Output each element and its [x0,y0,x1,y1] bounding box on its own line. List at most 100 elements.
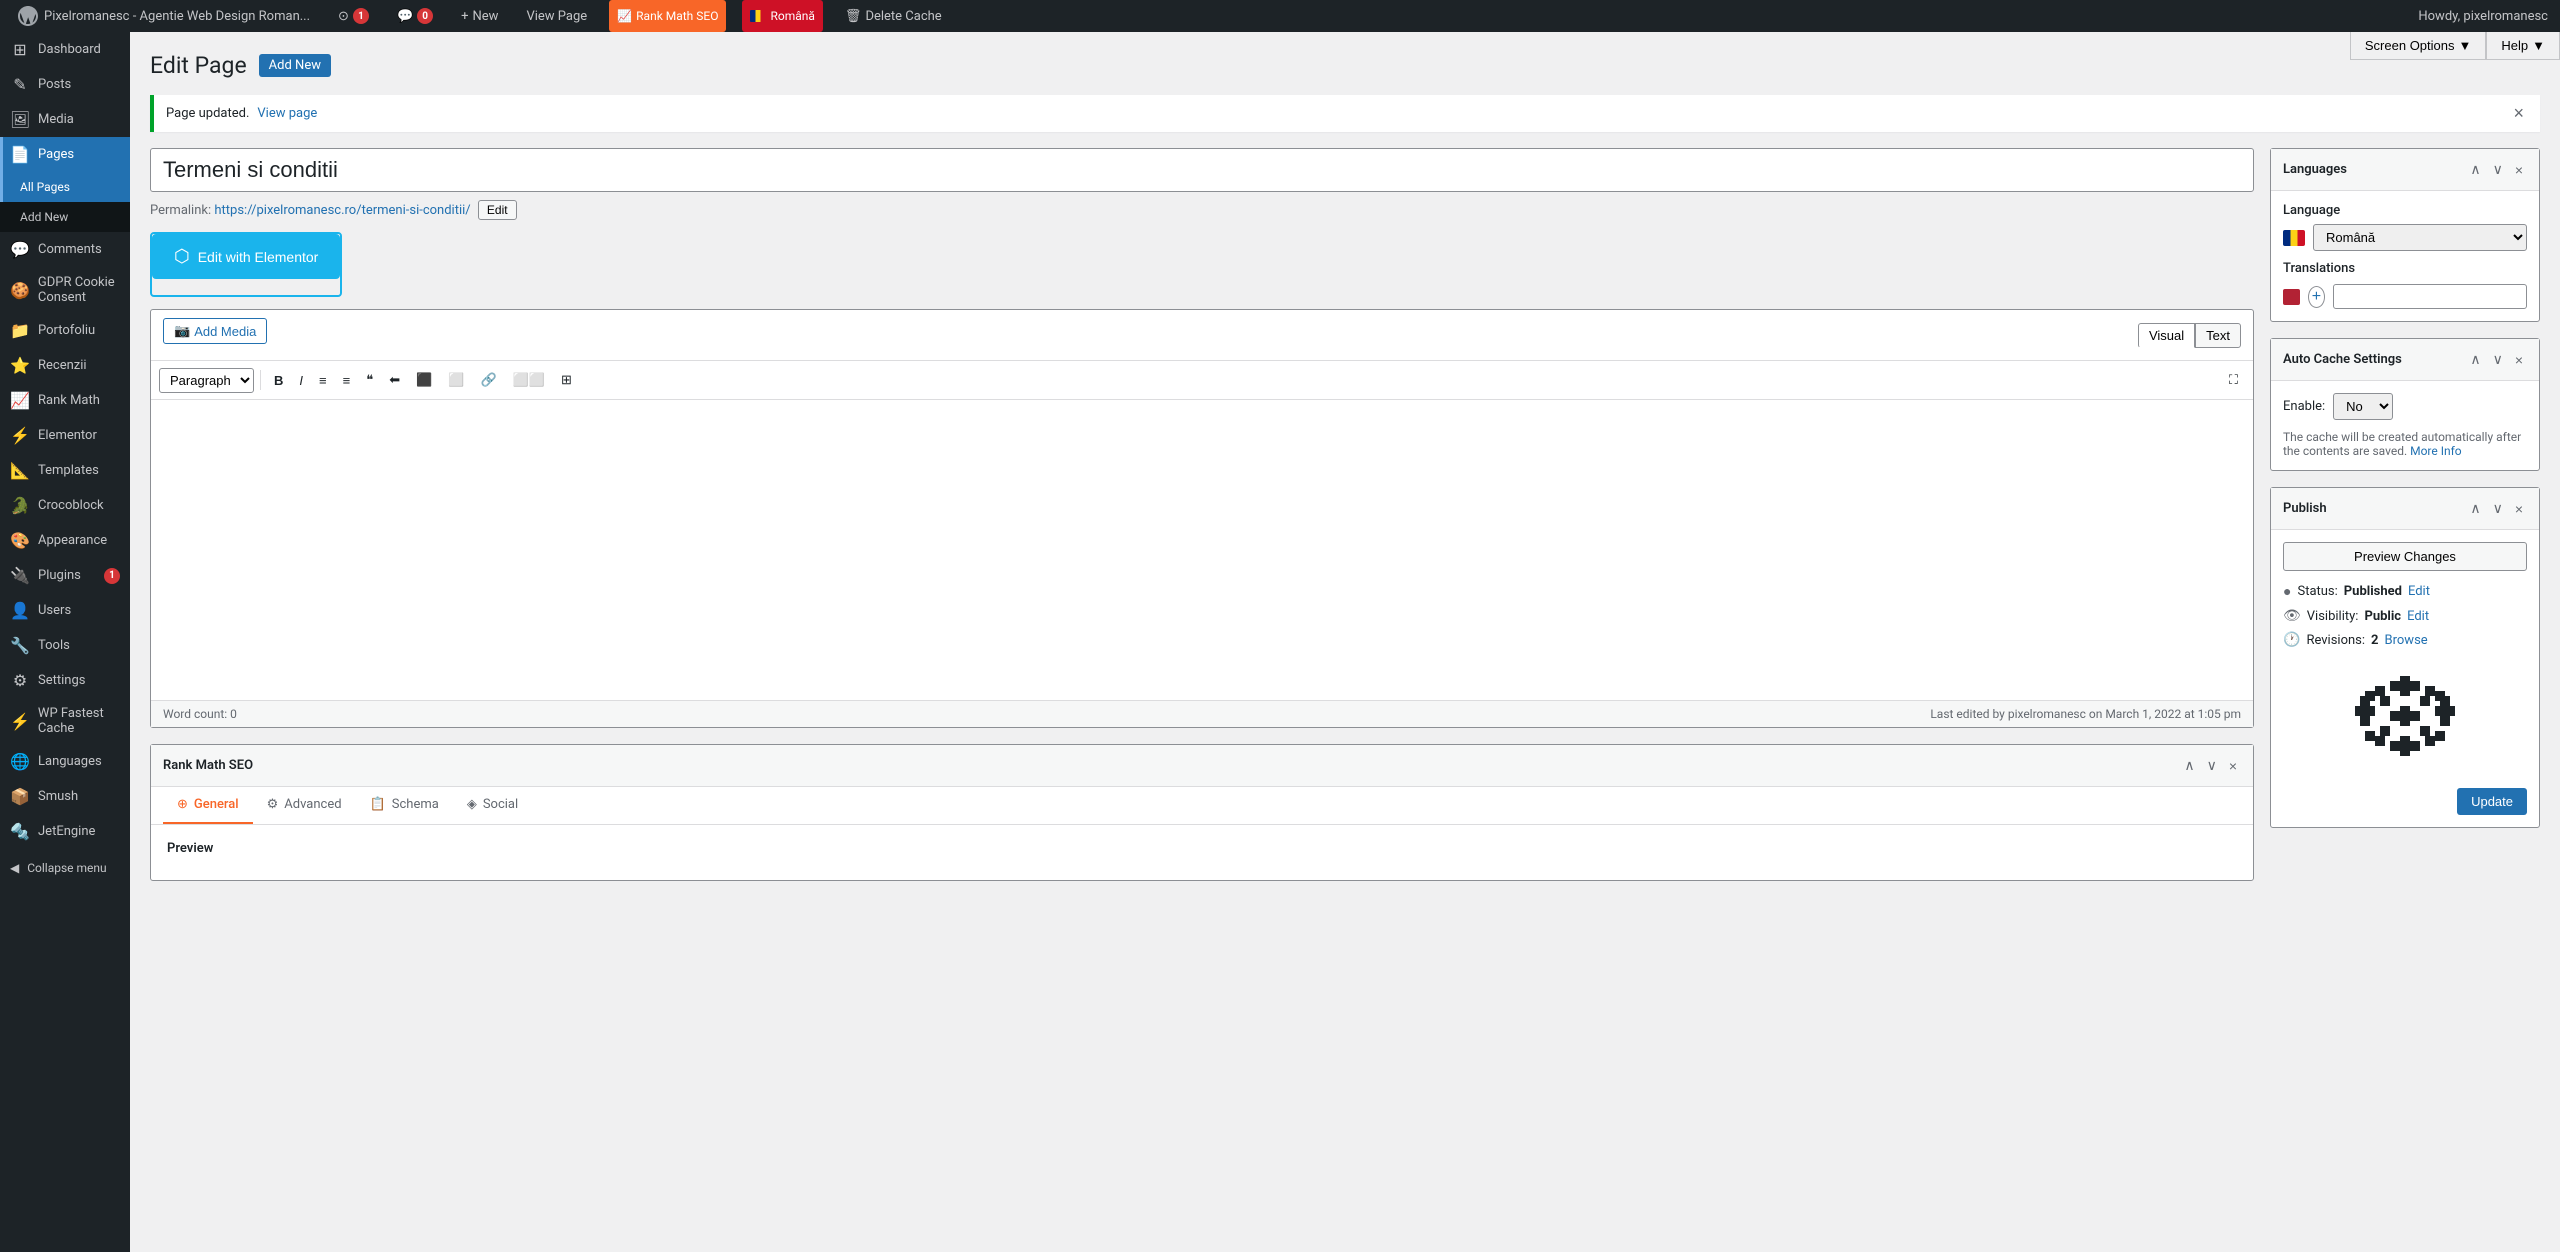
sidebar-item-users[interactable]: 👤 Users [0,593,130,628]
language-select[interactable]: Română English [2313,224,2527,251]
align-right-button[interactable]: ⬜ [441,367,471,393]
admin-bar-rank-math[interactable]: 📈 Rank Math SEO [609,0,726,32]
sidebar-item-dashboard[interactable]: ⊞ Dashboard [0,32,130,67]
languages-close[interactable]: × [2511,159,2527,180]
rm-tab-social[interactable]: ◈ Social [453,787,532,824]
unordered-list-button[interactable]: ≡ [312,368,334,393]
admin-bar-view-page[interactable]: View Page [520,0,593,32]
comments-icon: 💬 [10,240,30,259]
rm-social-icon: ◈ [467,797,477,812]
permalink-url[interactable]: https://pixelromanesc.ro/termeni-si-cond… [214,203,470,218]
post-title-input[interactable] [150,148,2254,192]
admin-bar-romana[interactable]: Română [742,0,822,32]
visual-tab[interactable]: Visual [2138,323,2195,348]
status-icon: ● [2283,583,2291,600]
admin-bar-delete-cache[interactable]: 🗑 Delete Cache [839,0,948,32]
rm-social-label: Social [483,797,518,812]
sidebar-item-rankmath[interactable]: 📈 Rank Math [0,383,130,418]
translation-input[interactable] [2333,284,2527,309]
site-name[interactable]: Pixelromanesc - Agentie Web Design Roman… [12,0,316,32]
rm-tab-advanced[interactable]: ⚙ Advanced [253,787,356,824]
sidebar-item-recenzii[interactable]: ⭐ Recenzii [0,348,130,383]
add-media-button[interactable]: 📷 Add Media [163,318,267,344]
view-page-link[interactable]: View page [257,106,317,121]
browse-revisions-link[interactable]: Browse [2385,633,2428,648]
sidebar-item-elementor[interactable]: ⚡ Elementor [0,418,130,453]
sidebar-item-media[interactable]: 🖼 Media [0,102,130,137]
visibility-edit-link[interactable]: Edit [2407,609,2429,624]
ordered-list-button[interactable]: ≡ [336,368,358,393]
sidebar-item-crocoblock[interactable]: 🐊 Crocoblock [0,488,130,523]
sidebar-item-tools[interactable]: 🔧 Tools [0,628,130,663]
rmseo-close-button[interactable]: × [2225,755,2241,776]
cache-collapse-down[interactable]: ∨ [2489,349,2507,370]
sidebar-item-templates[interactable]: 📐 Templates [0,453,130,488]
sidebar-label-templates: Templates [38,463,99,478]
revisions-value: 2 [2371,633,2378,648]
table-button[interactable]: ⊞ [554,367,579,393]
help-chevron: ▼ [2532,38,2545,53]
edit-with-elementor-button[interactable]: ⬡ Edit with Elementor [152,234,340,279]
languages-collapse-up[interactable]: ∧ [2466,159,2484,180]
rm-general-icon: ⊕ [177,797,188,812]
admin-bar-comments[interactable]: 💬 0 [391,0,439,32]
align-center-button[interactable]: ⬛ [409,367,439,393]
settings-icon: ⚙ [10,671,30,690]
sidebar-item-jetengine[interactable]: 🔩 JetEngine [0,814,130,849]
rm-advanced-icon: ⚙ [267,797,279,812]
rmseo-collapse-down-button[interactable]: ∨ [2203,755,2221,776]
publish-collapse-down[interactable]: ∨ [2489,498,2507,519]
sidebar-item-posts[interactable]: ✎ Posts [0,67,130,102]
last-edited: Last edited by pixelromanesc on March 1,… [1930,707,2241,721]
permalink-row: Permalink: https://pixelromanesc.ro/term… [150,200,2254,220]
cache-collapse-up[interactable]: ∧ [2466,349,2484,370]
rm-tab-general[interactable]: ⊕ General [163,787,253,824]
status-edit-link[interactable]: Edit [2408,584,2430,599]
paragraph-format-select[interactable]: Paragraph [159,368,254,393]
add-new-button[interactable]: Add New [259,54,331,77]
admin-bar-new[interactable]: + New [455,0,504,32]
add-translation-button[interactable]: + [2308,286,2325,308]
sidebar-item-pages[interactable]: 📄 Pages [0,137,130,172]
enable-select[interactable]: No Yes [2333,393,2393,420]
sidebar-item-plugins[interactable]: 🔌 Plugins 1 [0,558,130,593]
sidebar-item-comments[interactable]: 💬 Comments [0,232,130,267]
add-media-icon: 📷 [174,323,190,339]
sidebar-item-settings[interactable]: ⚙ Settings [0,663,130,698]
link-button[interactable]: 🔗 [473,367,503,393]
sidebar-item-wpfastestcache[interactable]: ⚡ WP Fastest Cache [0,698,130,744]
fullscreen-button[interactable]: ⛶ [2222,367,2245,393]
preview-changes-button[interactable]: Preview Changes [2283,542,2527,571]
submenu-add-new[interactable]: Add New [0,202,130,232]
help-button[interactable]: Help ▼ [2486,32,2560,60]
editor-content-area[interactable] [151,400,2253,700]
sidebar-item-gdpr[interactable]: 🍪 GDPR Cookie Consent [0,267,130,313]
bold-button[interactable]: B [267,368,290,393]
cache-close[interactable]: × [2511,349,2527,370]
notice-close-button[interactable]: × [2509,103,2528,124]
rank-math-seo-box: Rank Math SEO ∧ ∨ × ⊕ General [150,744,2254,881]
update-publish-button[interactable]: Update [2457,788,2527,815]
screen-options-button[interactable]: Screen Options ▼ [2350,32,2486,60]
publish-collapse-up[interactable]: ∧ [2466,498,2484,519]
sidebar-item-portofoliu[interactable]: 📁 Portofoliu [0,313,130,348]
permalink-edit-button[interactable]: Edit [478,200,517,220]
publish-panel-header: Publish ∧ ∨ × [2271,488,2539,530]
publish-close[interactable]: × [2511,498,2527,519]
sidebar-item-appearance[interactable]: 🎨 Appearance [0,523,130,558]
italic-button[interactable]: I [292,368,310,393]
blockquote-button[interactable]: ❝ [359,367,380,393]
admin-bar-count-1[interactable]: ⊙ 1 [332,0,375,32]
sidebar-item-languages[interactable]: 🌐 Languages [0,744,130,779]
more-info-link[interactable]: More Info [2410,444,2462,458]
languages-collapse-down[interactable]: ∨ [2489,159,2507,180]
text-tab[interactable]: Text [2195,323,2241,348]
sidebar-label-posts: Posts [38,77,71,92]
rm-tab-schema[interactable]: 📋 Schema [356,787,453,824]
align-left-button[interactable]: ⬅ [382,367,407,393]
rmseo-collapse-up-button[interactable]: ∧ [2180,755,2198,776]
collapse-menu[interactable]: ◀ Collapse menu [0,849,130,887]
more-button[interactable]: ⬜⬜ [506,367,552,393]
sidebar-item-smush[interactable]: 📦 Smush [0,779,130,814]
submenu-all-pages[interactable]: All Pages [0,172,130,202]
